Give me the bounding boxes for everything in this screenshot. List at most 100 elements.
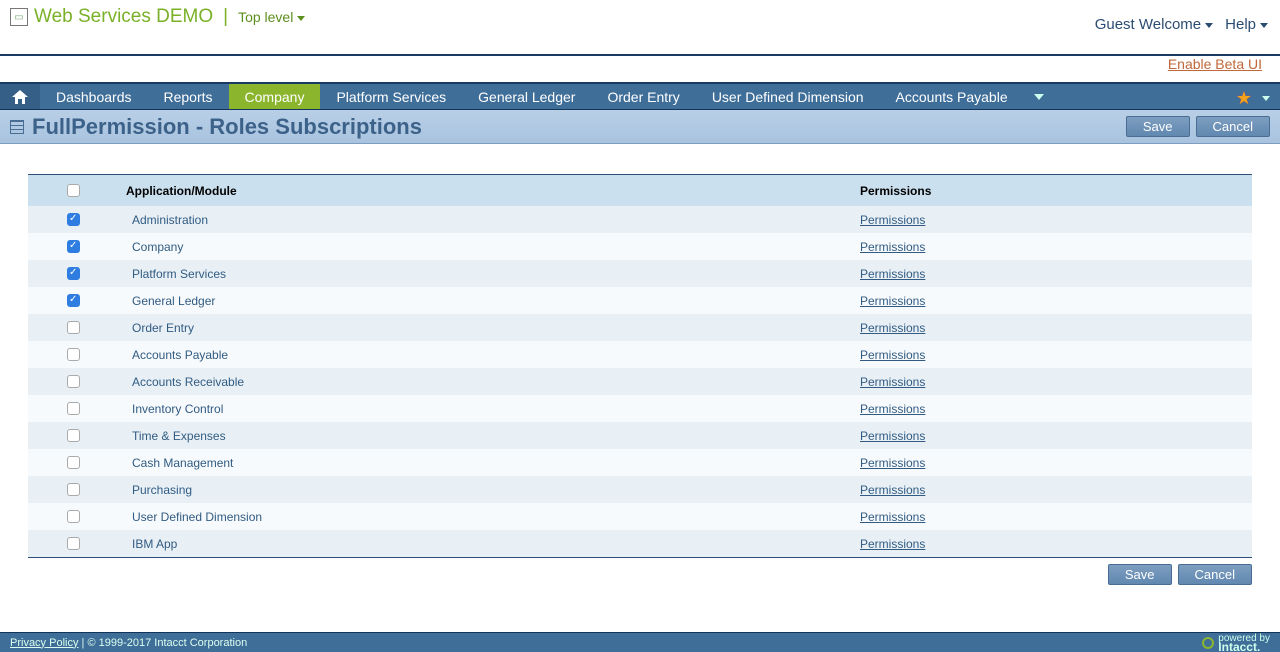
page-header: FullPermission - Roles Subscriptions Sav…: [0, 110, 1280, 144]
row-permissions-cell: Permissions: [852, 233, 1252, 260]
table-row: Order EntryPermissions: [28, 314, 1252, 341]
row-permissions-cell: Permissions: [852, 260, 1252, 287]
table-row: User Defined Dimension Permissions: [28, 503, 1252, 530]
permissions-link[interactable]: Permissions: [860, 267, 925, 281]
cancel-button[interactable]: Cancel: [1196, 116, 1270, 137]
row-name: Accounts Payable: [118, 341, 852, 368]
row-checkbox[interactable]: [67, 294, 80, 307]
nav-home[interactable]: [0, 84, 40, 109]
row-checkbox[interactable]: [67, 402, 80, 415]
table-row: Inventory Control Permissions: [28, 395, 1252, 422]
privacy-link[interactable]: Privacy Policy: [10, 637, 78, 649]
nav-item-dashboards[interactable]: Dashboards: [40, 84, 148, 109]
permissions-link[interactable]: Permissions: [860, 537, 925, 551]
guest-menu[interactable]: Guest Welcome: [1095, 16, 1213, 33]
row-permissions-cell: Permissions: [852, 449, 1252, 476]
footer-buttons: Save Cancel: [28, 558, 1252, 585]
nav-item-platform-services[interactable]: Platform Services: [320, 84, 462, 109]
row-permissions-cell: Permissions: [852, 368, 1252, 395]
table-row: Platform ServicesPermissions: [28, 260, 1252, 287]
permissions-link[interactable]: Permissions: [860, 483, 925, 497]
row-checkbox[interactable]: [67, 429, 80, 442]
row-name: Cash Management: [118, 449, 852, 476]
save-button[interactable]: Save: [1126, 116, 1190, 137]
row-name: IBM App: [118, 530, 852, 558]
powered-by: powered by Intacct.: [1202, 634, 1270, 652]
table-row: Accounts Payable Permissions: [28, 341, 1252, 368]
permissions-link[interactable]: Permissions: [860, 510, 925, 524]
guest-label: Guest Welcome: [1095, 16, 1201, 33]
row-name: General Ledger: [118, 287, 852, 314]
nav-item-general-ledger[interactable]: General Ledger: [462, 84, 591, 109]
row-checkbox-cell: [28, 260, 118, 287]
brand-pipe: |: [223, 6, 228, 28]
table-row: Accounts Receivable Permissions: [28, 368, 1252, 395]
save-button-bottom[interactable]: Save: [1108, 564, 1172, 585]
home-icon: [12, 90, 28, 104]
entity-level-label: Top level: [238, 9, 293, 25]
sub-top-row: Enable Beta UI: [0, 56, 1280, 82]
row-permissions-cell: Permissions: [852, 422, 1252, 449]
table-row: Time & ExpensesPermissions: [28, 422, 1252, 449]
caret-down-icon: [1205, 23, 1213, 28]
select-all-checkbox[interactable]: [67, 184, 80, 197]
row-checkbox[interactable]: [67, 240, 80, 253]
content: Application/Module Permissions Administr…: [0, 144, 1280, 595]
row-checkbox-cell: [28, 503, 118, 530]
row-checkbox-cell: [28, 368, 118, 395]
top-header: ▭ Web Services DEMO | Top level Guest We…: [0, 0, 1280, 56]
nav-item-accounts-payable[interactable]: Accounts Payable: [880, 84, 1024, 109]
nav-item-order-entry[interactable]: Order Entry: [591, 84, 695, 109]
row-name: Accounts Receivable: [118, 368, 852, 395]
row-permissions-cell: Permissions: [852, 503, 1252, 530]
col-perm: Permissions: [852, 175, 1252, 207]
permissions-link[interactable]: Permissions: [860, 402, 925, 416]
permissions-link[interactable]: Permissions: [860, 456, 925, 470]
row-permissions-cell: Permissions: [852, 287, 1252, 314]
star-icon[interactable]: ★: [1236, 88, 1252, 109]
permissions-link[interactable]: Permissions: [860, 375, 925, 389]
enable-beta-link[interactable]: Enable Beta UI: [1168, 56, 1262, 72]
footer: Privacy Policy | © 1999-2017 Intacct Cor…: [0, 632, 1280, 652]
permissions-link[interactable]: Permissions: [860, 348, 925, 362]
row-name: Inventory Control: [118, 395, 852, 422]
row-name: User Defined Dimension: [118, 503, 852, 530]
permissions-link[interactable]: Permissions: [860, 294, 925, 308]
row-name: Purchasing: [118, 476, 852, 503]
caret-down-icon[interactable]: [1262, 96, 1270, 101]
row-checkbox[interactable]: [67, 348, 80, 361]
table-row: AdministrationPermissions: [28, 206, 1252, 233]
table-header-row: Application/Module Permissions: [28, 175, 1252, 207]
cancel-button-bottom[interactable]: Cancel: [1178, 564, 1252, 585]
help-label: Help: [1225, 16, 1256, 33]
row-checkbox[interactable]: [67, 537, 80, 550]
table-row: General Ledger Permissions: [28, 287, 1252, 314]
nav-item-company[interactable]: Company: [229, 84, 321, 109]
row-checkbox[interactable]: [67, 267, 80, 280]
permissions-link[interactable]: Permissions: [860, 429, 925, 443]
row-checkbox-cell: [28, 449, 118, 476]
logo-broken-image-icon: ▭: [10, 8, 28, 26]
row-permissions-cell: Permissions: [852, 206, 1252, 233]
row-checkbox[interactable]: [67, 456, 80, 469]
permissions-link[interactable]: Permissions: [860, 321, 925, 335]
row-checkbox[interactable]: [67, 213, 80, 226]
top-left: ▭ Web Services DEMO | Top level: [10, 6, 1270, 28]
help-menu[interactable]: Help: [1225, 16, 1268, 33]
row-checkbox[interactable]: [67, 321, 80, 334]
header-buttons: Save Cancel: [1126, 116, 1270, 137]
permissions-link[interactable]: Permissions: [860, 213, 925, 227]
permissions-link[interactable]: Permissions: [860, 240, 925, 254]
powered-brand: Intacct.: [1218, 643, 1270, 652]
row-checkbox[interactable]: [67, 510, 80, 523]
row-checkbox[interactable]: [67, 483, 80, 496]
main-nav: DashboardsReportsCompanyPlatform Service…: [0, 82, 1280, 110]
table-row: CompanyPermissions: [28, 233, 1252, 260]
entity-level-dropdown[interactable]: Top level: [238, 9, 305, 25]
row-checkbox-cell: [28, 395, 118, 422]
nav-item-user-defined-dimension[interactable]: User Defined Dimension: [696, 84, 880, 109]
row-checkbox[interactable]: [67, 375, 80, 388]
nav-item-reports[interactable]: Reports: [148, 84, 229, 109]
row-checkbox-cell: [28, 530, 118, 558]
nav-more[interactable]: [1024, 84, 1054, 109]
